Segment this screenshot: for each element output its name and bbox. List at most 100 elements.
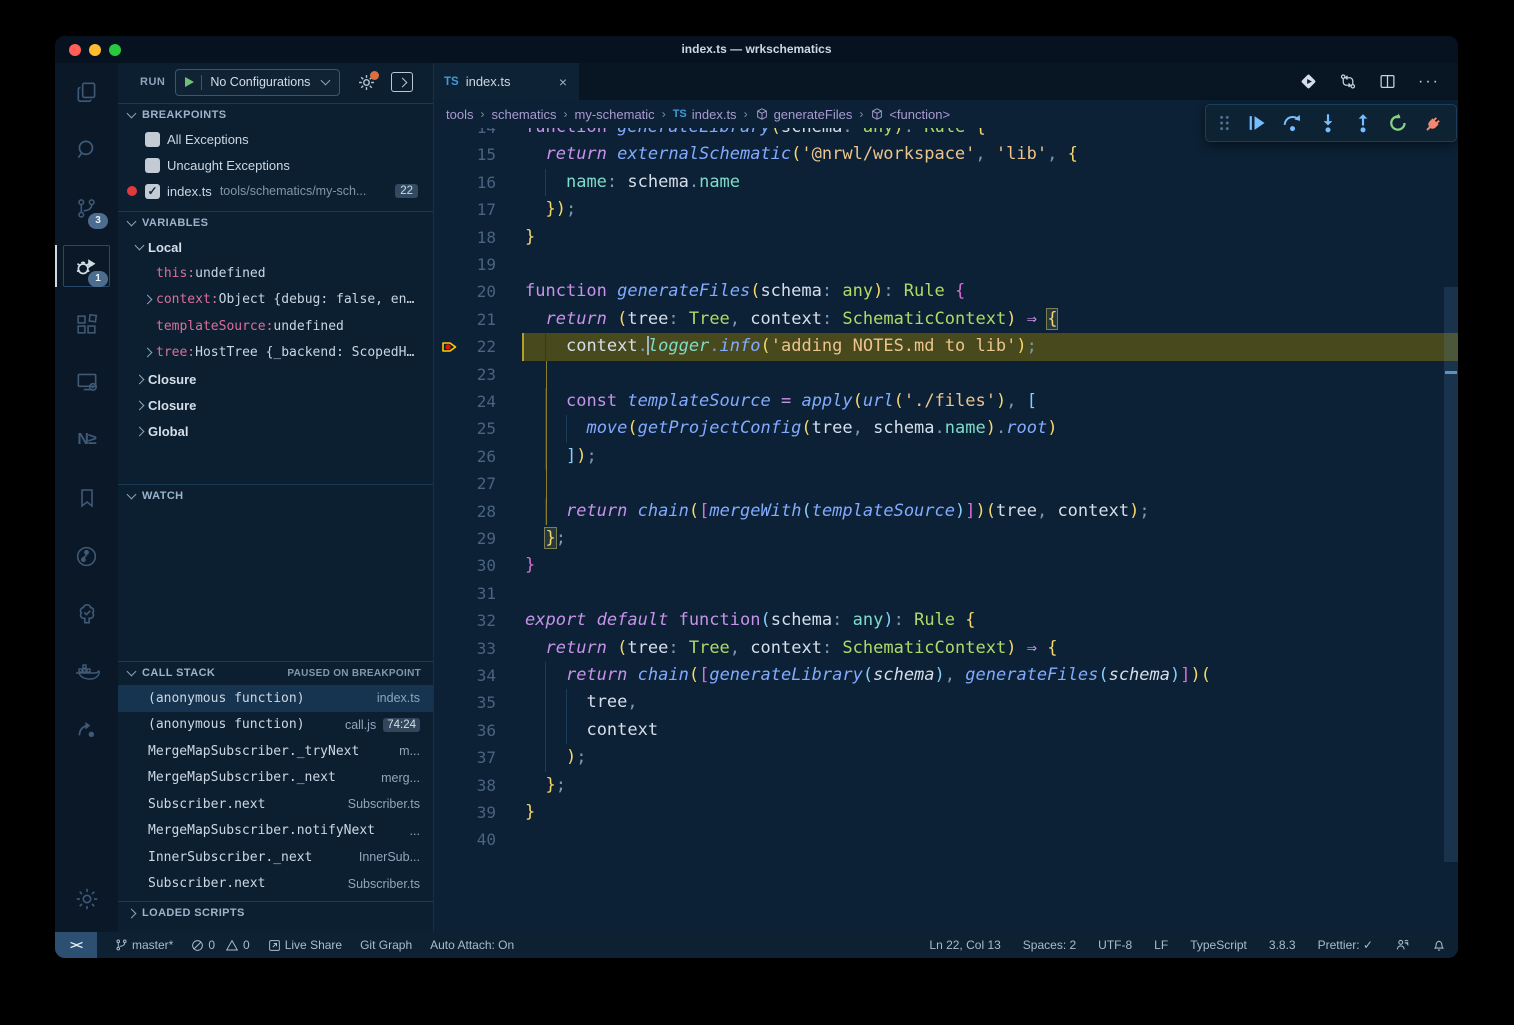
code-area[interactable]: 14function generateLibrary(schema: any):… [434,128,1458,932]
activity-bar-item-remote-explorer[interactable] [55,353,118,411]
cursor-position-item[interactable]: Ln 22, Col 13 [929,938,1000,952]
language-mode-item[interactable]: TypeScript [1190,938,1247,952]
chevron-right-icon[interactable] [135,401,145,411]
activity-bar-item-search[interactable] [55,121,118,179]
line-number[interactable]: 20 [434,278,496,305]
variable-row[interactable]: Global [118,419,433,445]
line-number[interactable]: 37 [434,744,496,771]
variables-section-header[interactable]: VARIABLES [118,211,433,234]
activity-bar-item-explorer[interactable] [55,63,118,121]
stack-frame[interactable]: MergeMapSubscriber.notifyNext... [118,818,433,845]
line-number[interactable]: 32 [434,607,496,634]
stack-frame[interactable]: MergeMapSubscriber._nextmerg... [118,765,433,792]
code-line-16[interactable]: 16 name: schema.name [434,169,1458,196]
split-editor-icon[interactable] [1379,73,1396,90]
stack-frame[interactable]: (anonymous function)index.ts [118,685,433,712]
code-line-15[interactable]: 15 return externalSchematic('@nrwl/works… [434,141,1458,168]
line-number[interactable]: 39 [434,799,496,826]
stack-frame[interactable]: Subscriber.nextSubscriber.ts [118,791,433,818]
code-line-22[interactable]: 22 context.logger.info('adding NOTES.md … [434,333,1458,360]
activity-bar-item-live-share[interactable] [55,701,118,759]
line-number[interactable]: 29 [434,525,496,552]
run-file-icon[interactable] [1300,73,1317,90]
code-line-35[interactable]: 35 tree, [434,689,1458,716]
code-line-32[interactable]: 32export default function(schema: any): … [434,607,1458,634]
debug-console-icon[interactable] [391,72,413,92]
chevron-down-icon[interactable] [135,241,145,251]
compare-changes-icon[interactable] [1339,73,1357,90]
variable-row[interactable]: Closure [118,366,433,392]
variable-row[interactable]: Local [118,234,433,260]
variable-row[interactable]: Closure [118,392,433,418]
code-line-28[interactable]: 28 return chain([mergeWith(templateSourc… [434,498,1458,525]
remote-indicator[interactable]: >< [55,932,97,958]
git-branch-item[interactable]: master* [115,938,173,952]
line-number[interactable]: 21 [434,306,496,333]
line-number[interactable]: 36 [434,717,496,744]
line-number[interactable]: 31 [434,580,496,607]
more-actions-icon[interactable]: ··· [1418,73,1440,91]
indentation-item[interactable]: Spaces: 2 [1023,938,1076,952]
stack-frame[interactable]: (anonymous function)call.js74:24 [118,712,433,739]
drag-grip-icon[interactable] [1218,114,1232,132]
debug-settings-gear[interactable] [358,74,375,91]
breakpoints-section-header[interactable]: BREAKPOINTS [118,103,433,126]
chevron-down-icon[interactable] [321,76,331,86]
continue-icon[interactable] [1247,113,1267,133]
code-line-24[interactable]: 24 const templateSource = apply(url('./f… [434,388,1458,415]
code-line-29[interactable]: 29 }; [434,525,1458,552]
breadcrumb-item[interactable]: TSindex.ts [673,107,737,122]
activity-bar-item-nx-console[interactable]: N≥ [55,411,118,469]
code-line-18[interactable]: 18} [434,224,1458,251]
chevron-right-icon[interactable] [143,348,153,358]
breakpoint-row[interactable]: All Exceptions [118,126,433,152]
problems-item[interactable]: 0 0 [191,938,249,952]
breadcrumb-item[interactable]: generateFiles [755,107,853,122]
step-out-icon[interactable] [1353,113,1373,133]
line-number[interactable]: 18 [434,224,496,251]
eol-item[interactable]: LF [1154,938,1168,952]
stack-frame[interactable]: MergeMapSubscriber._tryNextm... [118,738,433,765]
encoding-item[interactable]: UTF-8 [1098,938,1132,952]
breakpoint-row[interactable]: Uncaught Exceptions [118,152,433,178]
line-number[interactable]: 17 [434,196,496,223]
breakpoint-checkbox[interactable] [145,158,160,173]
code-line-33[interactable]: 33 return (tree: Tree, context: Schemati… [434,635,1458,662]
titlebar[interactable]: index.ts — wrkschematics [55,36,1458,63]
activity-bar-item-extensions[interactable] [55,295,118,353]
call-stack-section-header[interactable]: CALL STACK PAUSED ON BREAKPOINT [118,661,433,684]
code-line-26[interactable]: 26 ]); [434,443,1458,470]
code-line-38[interactable]: 38 }; [434,772,1458,799]
variable-row[interactable]: context: Object {debug: false, en… [118,287,433,313]
stack-frame[interactable]: InnerSubscriber._nextInnerSub... [118,844,433,871]
code-line-23[interactable]: 23 [434,361,1458,388]
line-number[interactable]: 24 [434,388,496,415]
overview-ruler[interactable] [1444,128,1458,932]
line-number[interactable]: 25 [434,415,496,442]
loaded-scripts-section-header[interactable]: LOADED SCRIPTS [118,901,433,924]
code-line-34[interactable]: 34 return chain([generateLibrary(schema)… [434,662,1458,689]
line-number[interactable]: 23 [434,361,496,388]
line-number[interactable]: 30 [434,552,496,579]
line-number[interactable]: 16 [434,169,496,196]
chevron-right-icon[interactable] [135,374,145,384]
breadcrumb-item[interactable]: schematics [491,107,556,122]
line-number[interactable]: 19 [434,251,496,278]
activity-bar-item-source-control[interactable]: 3 [55,179,118,237]
breakpoint-checkbox[interactable] [145,132,160,147]
line-number[interactable]: 34 [434,662,496,689]
code-line-27[interactable]: 27 [434,470,1458,497]
tab-index-ts[interactable]: TS index.ts × [434,63,579,100]
breakpoint-checkbox[interactable]: ✓ [145,184,160,199]
line-number[interactable]: 38 [434,772,496,799]
variable-row[interactable]: templateSource: undefined [118,313,433,339]
activity-bar-item-bookmarks[interactable] [55,469,118,527]
line-number[interactable]: 40 [434,826,496,853]
prettier-item[interactable]: Prettier: ✓ [1318,938,1373,952]
chevron-right-icon[interactable] [143,295,153,305]
activity-bar-item-git-graph[interactable] [55,527,118,585]
line-number[interactable]: 28 [434,498,496,525]
breadcrumb-item[interactable]: <function> [870,107,950,122]
variable-row[interactable]: this: undefined [118,260,433,286]
launch-configuration-dropdown[interactable]: No Configurations [175,69,340,96]
